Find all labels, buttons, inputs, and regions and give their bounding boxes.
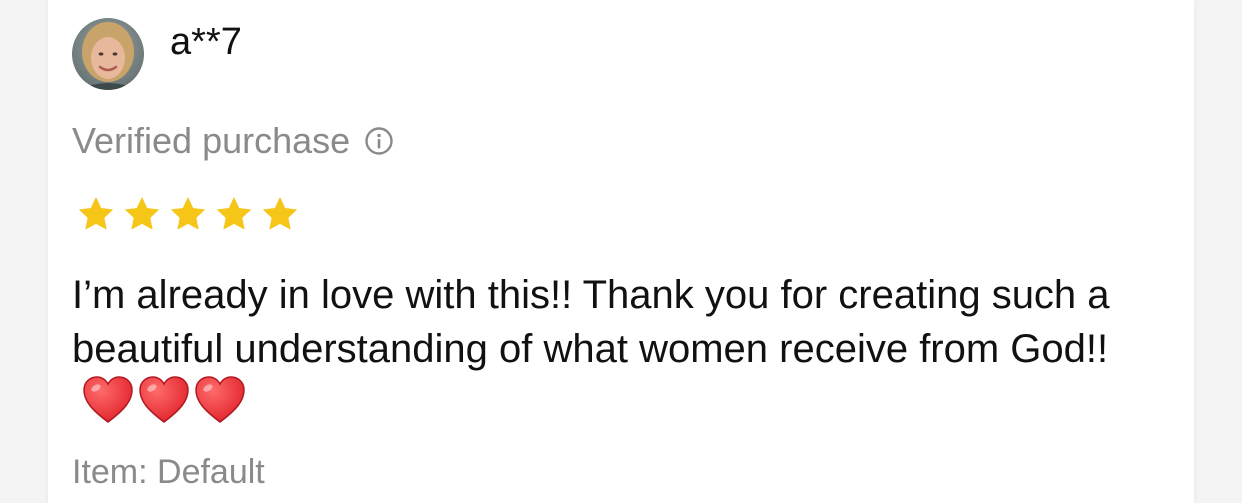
review-card: a**7 Verified purchase I’m already in lo…	[48, 0, 1194, 503]
review-body: I’m already in love with this!! Thank yo…	[72, 268, 1172, 438]
star-rating	[76, 194, 306, 234]
red-heart-emoji	[138, 376, 190, 424]
star-icon	[168, 194, 208, 234]
red-heart-emoji	[194, 376, 246, 424]
avatar[interactable]	[72, 18, 144, 90]
review-text: I’m already in love with this!! Thank yo…	[72, 273, 1110, 371]
verified-purchase-label: Verified purchase	[72, 120, 351, 161]
avatar-photo	[72, 18, 144, 90]
heart-emojis	[82, 376, 250, 438]
star-icon	[122, 194, 162, 234]
star-icon	[260, 194, 300, 234]
reviewer-username: a**7	[170, 21, 242, 63]
verified-purchase-row: Verified purchase	[72, 118, 394, 164]
item-variant-label: Item: Default	[72, 453, 265, 491]
star-icon	[76, 194, 116, 234]
red-heart-emoji	[82, 376, 134, 424]
star-icon	[214, 194, 254, 234]
info-circle-icon[interactable]	[364, 126, 394, 156]
